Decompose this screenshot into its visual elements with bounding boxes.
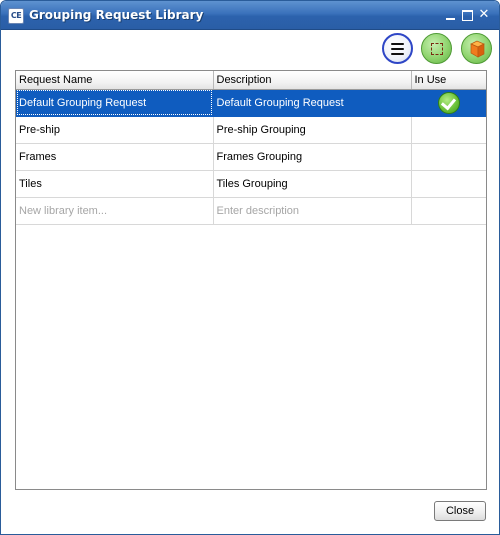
in-use-cell[interactable]: [411, 89, 486, 117]
app-logo-icon: CE: [8, 8, 24, 24]
check-icon: [437, 91, 460, 114]
close-button[interactable]: Close: [434, 501, 486, 521]
request-name-cell[interactable]: Pre-ship: [16, 116, 214, 144]
description-cell[interactable]: Default Grouping Request: [213, 89, 412, 117]
request-name-cell[interactable]: Default Grouping Request: [16, 89, 214, 117]
table-row[interactable]: Pre-ship Pre-ship Grouping: [16, 116, 486, 144]
library-table: Request Name Description In Use Default …: [15, 70, 487, 490]
table-header: Request Name Description In Use: [16, 71, 486, 90]
column-header-description[interactable]: Description: [213, 71, 412, 90]
in-use-cell[interactable]: [411, 170, 486, 198]
request-name-cell[interactable]: Frames: [16, 143, 214, 171]
new-item-in-use-cell: [411, 197, 486, 225]
table-row[interactable]: Tiles Tiles Grouping: [16, 170, 486, 198]
in-use-cell[interactable]: [411, 143, 486, 171]
window-title: Grouping Request Library: [29, 8, 204, 22]
list-menu-icon: [391, 43, 404, 58]
table-row[interactable]: Frames Frames Grouping: [16, 143, 486, 171]
request-name-cell[interactable]: Tiles: [16, 170, 214, 198]
column-header-in-use[interactable]: In Use: [411, 71, 486, 90]
table-row[interactable]: Default Grouping Request Default Groupin…: [16, 89, 486, 117]
description-cell[interactable]: Pre-ship Grouping: [213, 116, 412, 144]
minimize-button[interactable]: [444, 8, 458, 22]
list-menu-button[interactable]: [382, 33, 413, 64]
in-use-cell[interactable]: [411, 116, 486, 144]
new-item-name-input[interactable]: New library item...: [16, 197, 214, 225]
description-cell[interactable]: Frames Grouping: [213, 143, 412, 171]
select-area-button[interactable]: [421, 33, 452, 64]
new-item-row[interactable]: New library item... Enter description: [16, 197, 486, 225]
new-item-description-input[interactable]: Enter description: [213, 197, 412, 225]
dashed-selection-icon: [431, 43, 443, 55]
title-bar[interactable]: CE Grouping Request Library ✕: [1, 1, 499, 30]
description-cell[interactable]: Tiles Grouping: [213, 170, 412, 198]
cube-button[interactable]: [461, 33, 492, 64]
close-window-button[interactable]: ✕: [477, 8, 491, 22]
grouping-request-library-window: CE Grouping Request Library ✕ Request Na…: [0, 0, 500, 535]
column-header-request-name[interactable]: Request Name: [16, 71, 214, 90]
orange-cube-icon: [470, 40, 485, 58]
maximize-button[interactable]: [460, 8, 474, 22]
